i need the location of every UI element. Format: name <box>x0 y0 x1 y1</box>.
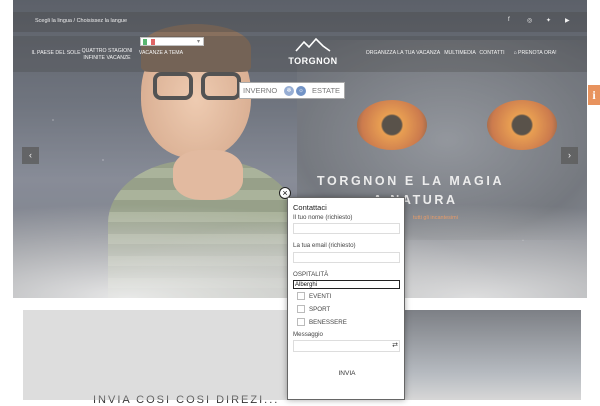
benessere-checkbox[interactable] <box>297 318 305 326</box>
hospitality-select[interactable]: Alberghi <box>293 280 400 289</box>
benessere-label: BENESSERE <box>309 319 347 326</box>
email-field[interactable] <box>293 252 400 263</box>
form-title: Contattaci <box>293 203 327 212</box>
resize-handle-icon[interactable]: ⇄ <box>392 342 398 349</box>
name-label: Il tuo nome (richiesto) <box>293 214 353 221</box>
email-label: La tua email (richiesto) <box>293 242 356 249</box>
contact-form: Contattaci Il tuo nome (richiesto) La tu… <box>287 197 405 400</box>
eventi-label: EVENTI <box>309 293 332 300</box>
sport-checkbox[interactable] <box>297 305 305 313</box>
message-field[interactable]: ⇄ <box>293 340 400 352</box>
name-field[interactable] <box>293 223 400 234</box>
sport-label: SPORT <box>309 306 331 313</box>
message-label: Messaggio <box>293 331 323 338</box>
eventi-checkbox[interactable] <box>297 292 305 300</box>
hospitality-label: OSPITALITÀ <box>293 271 329 278</box>
send-button[interactable]: INVIA <box>328 368 366 380</box>
